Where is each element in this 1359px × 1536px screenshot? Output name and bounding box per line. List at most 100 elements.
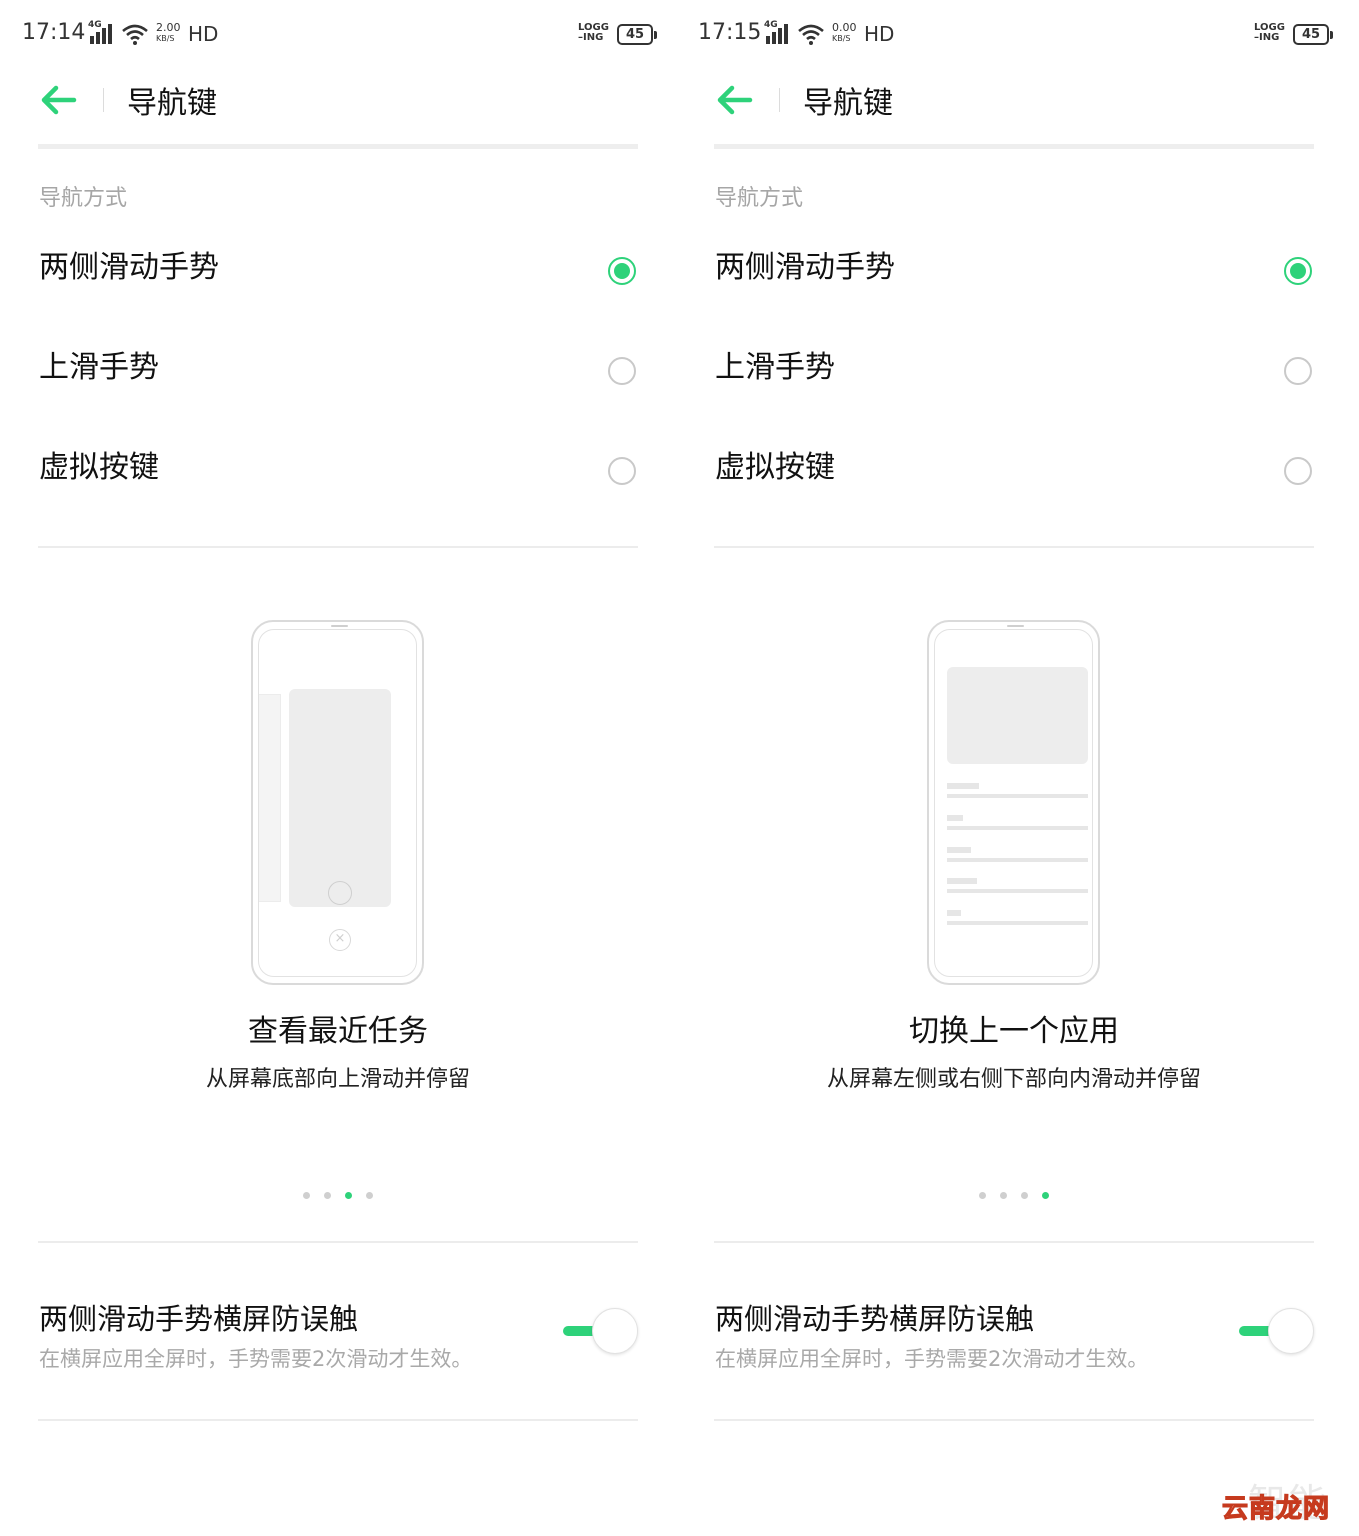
slide-title: 切换上一个应用 (909, 1014, 1119, 1049)
divider (714, 1241, 1314, 1243)
back-arrow-icon[interactable] (40, 82, 80, 118)
divider (38, 546, 638, 548)
setting-subtitle: 在横屏应用全屏时，手势需要2次滑动才生效。 (715, 1347, 1149, 1371)
radio-unselected[interactable] (608, 457, 636, 485)
page-dot[interactable] (324, 1192, 331, 1199)
landscape-protection-setting: 两侧滑动手势横屏防误触 在横屏应用全屏时，手势需要2次滑动才生效。 (38, 1280, 638, 1390)
text-line-placeholder (947, 921, 1088, 925)
close-icon: × (329, 929, 351, 951)
landscape-protection-switch[interactable] (562, 1308, 638, 1354)
cellular-signal-icon: 4G (88, 20, 118, 46)
battery-icon: 45 (1293, 24, 1333, 45)
battery-icon: 45 (617, 24, 657, 45)
page-indicator (676, 1184, 1352, 1199)
option-label: 两侧滑动手势 (715, 250, 895, 285)
text-line-placeholder (947, 910, 961, 916)
network-type: 4G (88, 20, 102, 30)
screenshot-right: 17:15 4G 0.00 KB/S HD LOGG –ING 45 导航键 导… (676, 0, 1352, 1536)
logging-bottom: –ING (578, 32, 604, 43)
page-dot[interactable] (1000, 1192, 1007, 1199)
network-speed: 0.00 KB/S (832, 22, 862, 44)
text-line-placeholder (947, 858, 1088, 862)
divider (714, 1419, 1314, 1421)
title-divider (38, 144, 638, 149)
page-dot[interactable] (366, 1192, 373, 1199)
watermark-logo: 智能家 云南龙网 (1221, 1466, 1359, 1536)
page-dot-active[interactable] (1042, 1192, 1049, 1199)
landscape-protection-setting: 两侧滑动手势横屏防误触 在横屏应用全屏时，手势需要2次滑动才生效。 (714, 1280, 1314, 1390)
network-speed: 2.00 KB/S (156, 22, 186, 44)
back-arrow-icon[interactable] (716, 82, 756, 118)
landscape-protection-switch[interactable] (1238, 1308, 1314, 1354)
option-label: 虚拟按键 (39, 450, 159, 485)
section-label: 导航方式 (715, 186, 804, 211)
section-label: 导航方式 (39, 186, 128, 211)
divider (38, 1241, 638, 1243)
option-virtual-keys[interactable]: 虚拟按键 (38, 422, 638, 522)
radio-unselected[interactable] (1284, 457, 1312, 485)
radio-selected[interactable] (608, 257, 636, 285)
text-line-placeholder (947, 878, 977, 884)
setting-title: 两侧滑动手势横屏防误触 (715, 1302, 1035, 1336)
page-indicator (0, 1184, 676, 1199)
title-bar: 导航键 (0, 70, 676, 145)
gesture-touch-icon (328, 881, 352, 905)
option-edge-swipe[interactable]: 两侧滑动手势 (38, 222, 638, 322)
network-type: 4G (764, 20, 778, 30)
radio-selected[interactable] (1284, 257, 1312, 285)
gesture-carousel[interactable]: × 查看最近任务 从屏幕底部向上滑动并停留 (0, 560, 676, 1230)
image-placeholder (947, 667, 1088, 764)
speed-value: 0.00 (832, 21, 857, 34)
page-title: 导航键 (127, 86, 217, 121)
page-dot[interactable] (303, 1192, 310, 1199)
option-label: 上滑手势 (39, 350, 159, 385)
text-line-placeholder (947, 889, 1088, 893)
screenshot-left: 17:14 4G 2.00 KB/S HD LOGG –ING 45 导航键 导… (0, 0, 676, 1536)
text-line-placeholder (947, 826, 1088, 830)
status-time: 17:14 (22, 20, 86, 45)
title-separator (779, 88, 780, 112)
status-bar: 17:15 4G 0.00 KB/S HD LOGG –ING 45 (676, 0, 1352, 70)
page-dot[interactable] (1021, 1192, 1028, 1199)
page-dot[interactable] (979, 1192, 986, 1199)
gesture-carousel[interactable]: 切换上一个应用 从屏幕左侧或右侧下部向内滑动并停留 (676, 560, 1352, 1230)
page-dot-active[interactable] (345, 1192, 352, 1199)
setting-subtitle: 在横屏应用全屏时，手势需要2次滑动才生效。 (39, 1347, 473, 1371)
status-time: 17:15 (698, 20, 762, 45)
phone-screen (934, 629, 1093, 977)
radio-unselected[interactable] (1284, 357, 1312, 385)
switch-knob (592, 1308, 638, 1354)
phone-illustration-previous-app (927, 620, 1100, 985)
setting-title: 两侧滑动手势横屏防误触 (39, 1302, 359, 1336)
option-swipe-up[interactable]: 上滑手势 (38, 322, 638, 422)
text-line-placeholder (947, 847, 971, 853)
divider (714, 546, 1314, 548)
slide-title: 查看最近任务 (248, 1014, 428, 1049)
option-virtual-keys[interactable]: 虚拟按键 (714, 422, 1314, 522)
phone-screen: × (258, 629, 417, 977)
hd-indicator: HD (188, 22, 219, 46)
option-label: 上滑手势 (715, 350, 835, 385)
option-edge-swipe[interactable]: 两侧滑动手势 (714, 222, 1314, 322)
logging-indicator: LOGG –ING (1254, 23, 1290, 43)
logging-indicator: LOGG –ING (578, 23, 614, 43)
switch-knob (1268, 1308, 1314, 1354)
page-title: 导航键 (803, 86, 893, 121)
speed-unit: KB/S (832, 34, 851, 43)
status-bar: 17:14 4G 2.00 KB/S HD LOGG –ING 45 (0, 0, 676, 70)
cellular-signal-icon: 4G (764, 20, 794, 46)
phone-speaker (1007, 625, 1024, 627)
watermark-front-text: 云南龙网 (1221, 1493, 1331, 1524)
wifi-icon (798, 24, 824, 45)
speed-unit: KB/S (156, 34, 175, 43)
title-divider (714, 144, 1314, 149)
slide-description: 从屏幕左侧或右侧下部向内滑动并停留 (826, 1067, 1201, 1092)
option-swipe-up[interactable]: 上滑手势 (714, 322, 1314, 422)
speed-value: 2.00 (156, 21, 181, 34)
text-line-placeholder (947, 815, 963, 821)
phone-illustration-recent-tasks: × (251, 620, 424, 985)
radio-unselected[interactable] (608, 357, 636, 385)
divider (38, 1419, 638, 1421)
logging-bottom: –ING (1254, 32, 1280, 43)
hd-indicator: HD (864, 22, 895, 46)
